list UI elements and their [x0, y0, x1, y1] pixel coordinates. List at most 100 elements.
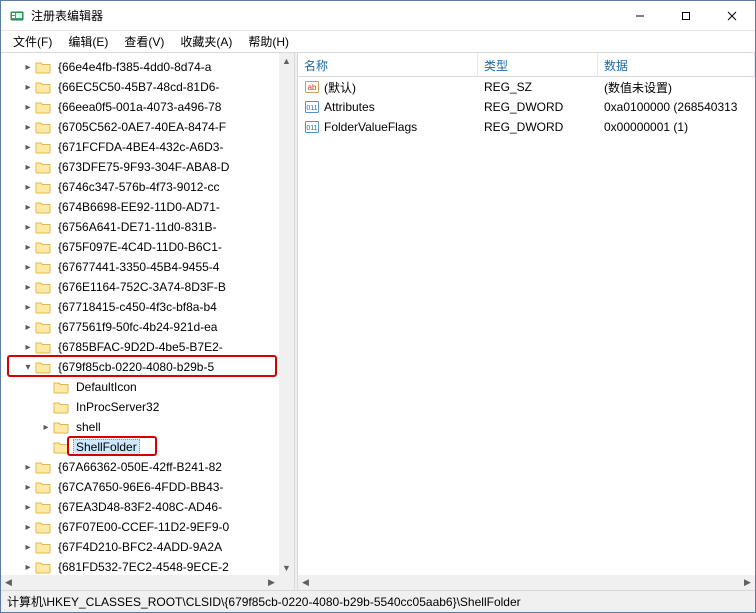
- scroll-up-icon[interactable]: ▲: [279, 53, 294, 68]
- expand-icon[interactable]: [21, 182, 35, 193]
- tree-label: {6705C562-0AE7-40EA-8474-F: [55, 119, 229, 135]
- tree-label: {67F07E00-CCEF-11D2-9EF9-0: [55, 519, 232, 535]
- expand-icon[interactable]: [21, 462, 35, 473]
- expand-icon[interactable]: [21, 502, 35, 513]
- scroll-down-icon[interactable]: ▼: [279, 560, 294, 575]
- registry-tree[interactable]: {66e4e4fb-f385-4dd0-8d74-a{66EC5C50-45B7…: [1, 53, 279, 575]
- close-button[interactable]: [709, 1, 755, 30]
- tree-node[interactable]: InProcServer32: [1, 397, 279, 417]
- tree-node[interactable]: {67677441-3350-45B4-9455-4: [1, 257, 279, 277]
- expand-icon[interactable]: [21, 102, 35, 113]
- expand-icon[interactable]: [39, 422, 53, 433]
- tree-label: shell: [73, 419, 104, 435]
- value-row[interactable]: 011FolderValueFlagsREG_DWORD0x00000001 (…: [298, 117, 755, 137]
- tree-label: {6746c347-576b-4f73-9012-cc: [55, 179, 222, 195]
- tree-node[interactable]: {67EA3D48-83F2-408C-AD46-: [1, 497, 279, 517]
- expand-icon[interactable]: [21, 322, 35, 333]
- tree-node[interactable]: {67CA7650-96E6-4FDD-BB43-: [1, 477, 279, 497]
- scroll-left-icon[interactable]: ◀: [298, 575, 313, 590]
- expand-icon[interactable]: [21, 82, 35, 93]
- folder-icon: [35, 60, 51, 74]
- values-list[interactable]: ab(默认)REG_SZ(数值未设置)011AttributesREG_DWOR…: [298, 77, 755, 575]
- values-hscroll[interactable]: ◀ ▶: [298, 575, 755, 590]
- expand-icon[interactable]: [21, 282, 35, 293]
- tree-node[interactable]: {675F097E-4C4D-11D0-B6C1-: [1, 237, 279, 257]
- menu-favorites[interactable]: 收藏夹(A): [172, 31, 240, 52]
- tree-label: {67A66362-050E-42ff-B241-82: [55, 459, 225, 475]
- binary-value-icon: 011: [304, 119, 320, 135]
- titlebar: 注册表编辑器: [1, 1, 755, 31]
- tree-node[interactable]: {673DFE75-9F93-304F-ABA8-D: [1, 157, 279, 177]
- scroll-right-icon[interactable]: ▶: [740, 575, 755, 590]
- menu-edit[interactable]: 编辑(E): [60, 31, 116, 52]
- tree-node[interactable]: {67F07E00-CCEF-11D2-9EF9-0: [1, 517, 279, 537]
- expand-icon[interactable]: [21, 562, 35, 573]
- tree-node[interactable]: {67A66362-050E-42ff-B241-82: [1, 457, 279, 477]
- value-data: 0x00000001 (1): [598, 120, 755, 134]
- tree-node[interactable]: {671FCFDA-4BE4-432c-A6D3-: [1, 137, 279, 157]
- tree-node[interactable]: {6756A641-DE71-11d0-831B-: [1, 217, 279, 237]
- expand-icon[interactable]: [21, 542, 35, 553]
- tree-node[interactable]: {674B6698-EE92-11D0-AD71-: [1, 197, 279, 217]
- expand-icon[interactable]: [21, 342, 35, 353]
- expand-icon[interactable]: [21, 262, 35, 273]
- col-type[interactable]: 类型: [478, 53, 598, 76]
- expand-icon[interactable]: [21, 242, 35, 253]
- tree-node[interactable]: ShellFolder: [1, 437, 279, 457]
- folder-icon: [35, 240, 51, 254]
- folder-icon: [35, 120, 51, 134]
- expand-icon[interactable]: [21, 222, 35, 233]
- menu-file[interactable]: 文件(F): [5, 31, 60, 52]
- menu-view[interactable]: 查看(V): [116, 31, 172, 52]
- tree-label: {67718415-c450-4f3c-bf8a-b4: [55, 299, 220, 315]
- scroll-left-icon[interactable]: ◀: [1, 575, 16, 590]
- tree-node[interactable]: {66eea0f5-001a-4073-a496-78: [1, 97, 279, 117]
- tree-node[interactable]: {66EC5C50-45B7-48cd-81D6-: [1, 77, 279, 97]
- value-row[interactable]: ab(默认)REG_SZ(数值未设置): [298, 77, 755, 97]
- tree-node[interactable]: DefaultIcon: [1, 377, 279, 397]
- value-type: REG_DWORD: [478, 120, 598, 134]
- expand-icon[interactable]: [21, 122, 35, 133]
- tree-node[interactable]: {6785BFAC-9D2D-4be5-B7E2-: [1, 337, 279, 357]
- menu-help[interactable]: 帮助(H): [240, 31, 297, 52]
- tree-hscroll[interactable]: ◀ ▶: [1, 575, 279, 590]
- tree-node[interactable]: {677561f9-50fc-4b24-921d-ea: [1, 317, 279, 337]
- tree-vscroll[interactable]: ▲ ▼: [279, 53, 294, 575]
- col-data[interactable]: 数据: [598, 53, 755, 76]
- expand-icon[interactable]: [21, 62, 35, 73]
- tree-node[interactable]: {67718415-c450-4f3c-bf8a-b4: [1, 297, 279, 317]
- tree-node[interactable]: {679f85cb-0220-4080-b29b-5: [1, 357, 279, 377]
- tree-node[interactable]: {67F4D210-BFC2-4ADD-9A2A: [1, 537, 279, 557]
- col-name[interactable]: 名称: [298, 53, 478, 76]
- minimize-button[interactable]: [617, 1, 663, 30]
- tree-label: DefaultIcon: [73, 379, 140, 395]
- string-value-icon: ab: [304, 79, 320, 95]
- folder-icon: [35, 320, 51, 334]
- tree-node[interactable]: {66e4e4fb-f385-4dd0-8d74-a: [1, 57, 279, 77]
- tree-label: {681FD532-7EC2-4548-9ECE-2: [55, 559, 232, 575]
- expand-icon[interactable]: [21, 362, 35, 373]
- tree-label: {675F097E-4C4D-11D0-B6C1-: [55, 239, 225, 255]
- svg-text:ab: ab: [308, 83, 317, 92]
- expand-icon[interactable]: [21, 142, 35, 153]
- tree-label: {6756A641-DE71-11d0-831B-: [55, 219, 220, 235]
- value-row[interactable]: 011AttributesREG_DWORD0xa0100000 (268540…: [298, 97, 755, 117]
- svg-text:011: 011: [306, 105, 317, 112]
- expand-icon[interactable]: [21, 162, 35, 173]
- tree-label: {67677441-3350-45B4-9455-4: [55, 259, 222, 275]
- expand-icon[interactable]: [21, 522, 35, 533]
- tree-node[interactable]: shell: [1, 417, 279, 437]
- statusbar: 计算机\HKEY_CLASSES_ROOT\CLSID\{679f85cb-02…: [1, 590, 755, 612]
- tree-label: {679f85cb-0220-4080-b29b-5: [55, 359, 217, 375]
- value-data: (数值未设置): [598, 79, 755, 96]
- expand-icon[interactable]: [21, 482, 35, 493]
- expand-icon[interactable]: [21, 302, 35, 313]
- tree-node[interactable]: {6746c347-576b-4f73-9012-cc: [1, 177, 279, 197]
- scroll-right-icon[interactable]: ▶: [264, 575, 279, 590]
- tree-node[interactable]: {681FD532-7EC2-4548-9ECE-2: [1, 557, 279, 575]
- maximize-button[interactable]: [663, 1, 709, 30]
- tree-node[interactable]: {6705C562-0AE7-40EA-8474-F: [1, 117, 279, 137]
- expand-icon[interactable]: [21, 202, 35, 213]
- tree-node[interactable]: {676E1164-752C-3A74-8D3F-B: [1, 277, 279, 297]
- regedit-icon: [9, 8, 25, 24]
